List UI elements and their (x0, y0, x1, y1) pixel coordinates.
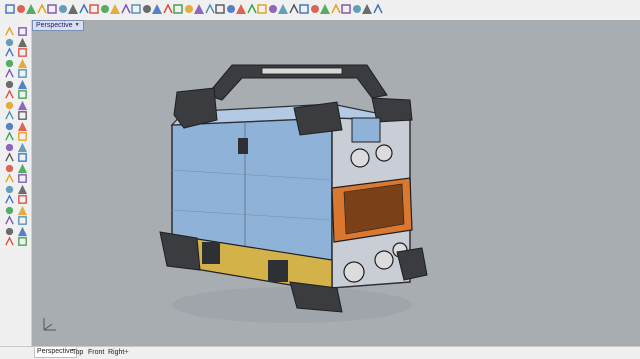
arc-icon[interactable] (3, 47, 15, 58)
line-icon[interactable] (16, 26, 28, 37)
solid-box-icon[interactable] (3, 121, 15, 132)
add-viewport-tab[interactable]: + (124, 347, 129, 356)
trim-icon[interactable] (3, 184, 15, 195)
loft-icon[interactable] (16, 89, 28, 100)
freeform-icon[interactable] (16, 68, 28, 79)
surface-icon[interactable] (3, 89, 15, 100)
dimension-icon[interactable] (16, 205, 28, 216)
perspective-viewport[interactable] (32, 20, 640, 346)
main-toolbar (0, 0, 640, 21)
fillet-icon[interactable] (16, 79, 28, 90)
drafting-icon[interactable] (16, 236, 28, 247)
render-obj-icon[interactable] (3, 236, 15, 247)
analyze-icon[interactable] (16, 226, 28, 237)
explode-icon[interactable] (16, 194, 28, 205)
point-icon[interactable] (3, 26, 15, 37)
polygon-icon[interactable] (3, 68, 15, 79)
solid-cylinder-icon[interactable] (3, 131, 15, 142)
array-icon[interactable] (16, 173, 28, 184)
mesh-icon[interactable] (3, 142, 15, 153)
split-icon[interactable] (16, 184, 28, 195)
move-icon[interactable] (3, 152, 15, 163)
offset-icon[interactable] (3, 79, 15, 90)
welder-3d-model[interactable] (32, 20, 640, 346)
extrude-icon[interactable] (3, 100, 15, 111)
left-toolbar (0, 20, 32, 346)
network-icon[interactable] (16, 110, 28, 121)
transform-icon[interactable] (16, 142, 28, 153)
lock-icon[interactable] (3, 226, 15, 237)
revolve-icon[interactable] (3, 110, 15, 121)
join-icon[interactable] (3, 194, 15, 205)
tab-top[interactable]: Top (70, 348, 85, 358)
text-icon[interactable] (3, 215, 15, 226)
circle-icon[interactable] (16, 47, 28, 58)
boolean-icon[interactable] (16, 131, 28, 142)
group-icon[interactable] (3, 205, 15, 216)
world-axis-icon (43, 318, 56, 331)
rectangle-icon[interactable] (16, 58, 28, 69)
viewport-title: Perspective (36, 22, 73, 29)
rotate-obj-icon[interactable] (3, 163, 15, 174)
sweep-icon[interactable] (16, 100, 28, 111)
scale-icon[interactable] (16, 163, 28, 174)
gumball-icon[interactable] (372, 3, 384, 15)
hide-icon[interactable] (16, 215, 28, 226)
viewport-tab-bar: Perspective Top Front Right + (0, 346, 640, 359)
polyline-icon[interactable] (3, 37, 15, 48)
copy-obj-icon[interactable] (16, 152, 28, 163)
viewport-title-tab[interactable]: Perspective ▼ (32, 20, 84, 31)
tab-front[interactable]: Front (86, 348, 106, 358)
mirror-icon[interactable] (3, 173, 15, 184)
solid-sphere-icon[interactable] (16, 121, 28, 132)
ellipse-icon[interactable] (3, 58, 15, 69)
viewport-menu-icon[interactable]: ▼ (75, 21, 80, 30)
curve-icon[interactable] (16, 37, 28, 48)
